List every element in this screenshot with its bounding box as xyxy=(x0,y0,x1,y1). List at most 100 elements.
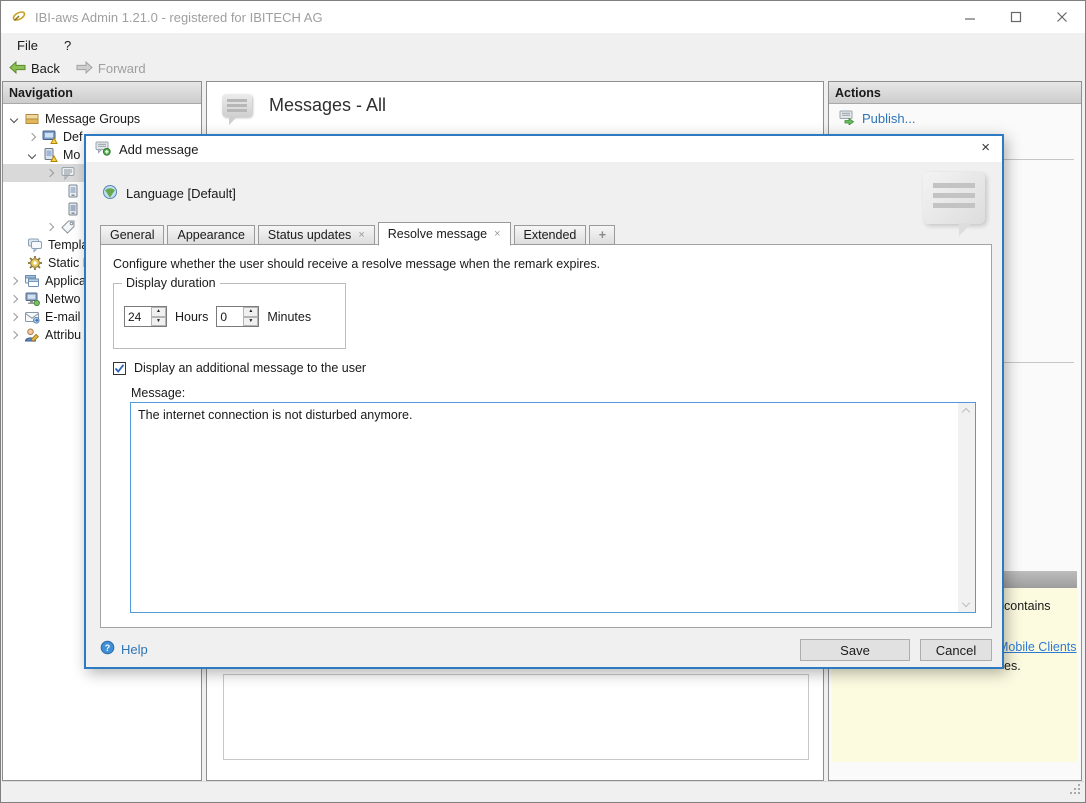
tree-label: Templa xyxy=(48,238,88,252)
chevron-right-icon[interactable] xyxy=(28,133,36,141)
hours-stepper[interactable]: 24 ▲ ▼ xyxy=(124,306,167,327)
hours-up-icon[interactable]: ▲ xyxy=(151,307,166,317)
resize-grip-icon[interactable] xyxy=(1069,783,1081,798)
add-message-dialog: Add message × Language [Default] General… xyxy=(84,134,1004,669)
minutes-up-icon[interactable]: ▲ xyxy=(243,307,258,317)
message-textarea[interactable]: The internet connection is not disturbed… xyxy=(131,403,960,612)
minimize-button[interactable] xyxy=(947,1,993,33)
hours-down-icon[interactable]: ▼ xyxy=(151,317,166,327)
help-glyph: ? xyxy=(105,643,111,653)
menu-help[interactable]: ? xyxy=(64,38,71,53)
forward-arrow-icon xyxy=(76,61,93,77)
chevron-right-icon[interactable] xyxy=(46,223,54,231)
applications-icon xyxy=(24,273,40,289)
tree-label: E-mail xyxy=(45,310,80,324)
actions-header: Actions xyxy=(829,82,1081,104)
tab-status-updates[interactable]: Status updates × xyxy=(258,225,375,245)
tree-label: Applica xyxy=(45,274,86,288)
scroll-up-icon[interactable] xyxy=(962,408,970,416)
help-link[interactable]: ? Help xyxy=(100,640,148,658)
chevron-right-icon[interactable] xyxy=(10,295,18,303)
maximize-button[interactable] xyxy=(993,1,1039,33)
tab-resolve-message[interactable]: Resolve message × xyxy=(378,222,511,246)
minutes-down-icon[interactable]: ▼ xyxy=(243,317,258,327)
toolbar: Back Forward xyxy=(1,57,1085,80)
dialog-title: Add message xyxy=(119,142,199,157)
tab-label: General xyxy=(110,228,154,242)
chevron-right-icon[interactable] xyxy=(46,169,54,177)
tree-label: Mo xyxy=(63,148,80,162)
close-button[interactable] xyxy=(1039,1,1085,33)
mobile-clients-link[interactable]: Mobile Clients xyxy=(998,640,1077,654)
chevron-right-icon[interactable] xyxy=(10,313,18,321)
note-fragment: es. xyxy=(1004,659,1021,673)
additional-message-checkbox[interactable] xyxy=(113,362,126,375)
group-warning-icon xyxy=(42,129,58,145)
page-title: Messages - All xyxy=(269,95,386,116)
message-box: The internet connection is not disturbed… xyxy=(130,402,976,613)
back-label: Back xyxy=(31,61,60,76)
status-bar xyxy=(2,781,1084,801)
dialog-title-bar: Add message xyxy=(86,136,1002,162)
tab-extended[interactable]: Extended xyxy=(514,225,587,245)
help-label: Help xyxy=(121,642,148,657)
checkbox-label: Display an additional message to the use… xyxy=(134,361,366,375)
app-icon xyxy=(11,8,27,27)
dialog-tabs: General Appearance Status updates × Resol… xyxy=(100,221,618,245)
templates-icon xyxy=(27,237,43,253)
save-button[interactable]: Save xyxy=(800,639,910,661)
tree-label: Attribu xyxy=(45,328,81,342)
tab-description: Configure whether the user should receiv… xyxy=(113,257,600,271)
tree-label: Message Groups xyxy=(45,112,140,126)
tab-close-icon[interactable]: × xyxy=(358,230,364,241)
hours-label: Hours xyxy=(175,310,208,324)
tab-close-icon[interactable]: × xyxy=(494,229,500,240)
chevron-down-icon[interactable] xyxy=(28,151,36,159)
attributes-icon xyxy=(24,327,40,343)
networks-icon xyxy=(24,291,40,307)
window-title: IBI-aws Admin 1.21.0 - registered for IB… xyxy=(35,10,323,25)
mobile-group-warning-icon xyxy=(42,147,58,163)
tab-label: Appearance xyxy=(177,228,244,242)
message-scrollbar[interactable] xyxy=(958,403,975,612)
forward-button[interactable]: Forward xyxy=(76,61,146,77)
tab-add[interactable]: + xyxy=(589,225,615,245)
tree-item-message-groups[interactable]: Message Groups xyxy=(3,110,201,128)
title-bar: IBI-aws Admin 1.21.0 - registered for IB… xyxy=(1,1,1085,33)
tab-appearance[interactable]: Appearance xyxy=(167,225,254,245)
group-legend: Display duration xyxy=(122,276,220,290)
publish-label: Publish... xyxy=(862,111,915,126)
message-watermark-icon xyxy=(923,172,985,224)
chevron-right-icon[interactable] xyxy=(10,331,18,339)
tab-general[interactable]: General xyxy=(100,225,164,245)
tab-label: Status updates xyxy=(268,228,351,242)
chevron-right-icon[interactable] xyxy=(10,277,18,285)
tag-icon xyxy=(60,219,76,235)
chevron-down-icon[interactable] xyxy=(10,115,18,123)
display-duration-group: Display duration 24 ▲ ▼ Hours 0 ▲ xyxy=(113,283,346,349)
dialog-close-icon[interactable]: × xyxy=(981,140,990,155)
add-tab-icon: + xyxy=(599,228,606,242)
static-messages-icon xyxy=(27,255,43,271)
menu-bar: File ? xyxy=(1,33,1085,57)
back-button[interactable]: Back xyxy=(9,61,60,77)
message-groups-icon xyxy=(24,111,40,127)
minutes-stepper[interactable]: 0 ▲ ▼ xyxy=(216,306,259,327)
message-icon xyxy=(60,165,76,181)
globe-icon xyxy=(102,184,118,203)
cancel-button[interactable]: Cancel xyxy=(920,639,992,661)
publish-action[interactable]: Publish... xyxy=(839,109,915,128)
tab-label: Extended xyxy=(524,228,577,242)
email-icon xyxy=(24,309,40,325)
message-list-box xyxy=(223,674,809,760)
note-fragment: contains xyxy=(1004,599,1051,613)
tree-label: Def xyxy=(63,130,82,144)
hours-value[interactable]: 24 xyxy=(125,307,151,326)
minutes-value[interactable]: 0 xyxy=(217,307,243,326)
tree-label: Netwo xyxy=(45,292,80,306)
minutes-label: Minutes xyxy=(267,310,311,324)
menu-file[interactable]: File xyxy=(17,38,38,53)
messages-bubble-icon xyxy=(222,94,252,117)
tab-label: Resolve message xyxy=(388,227,487,241)
scroll-down-icon[interactable] xyxy=(962,599,970,607)
